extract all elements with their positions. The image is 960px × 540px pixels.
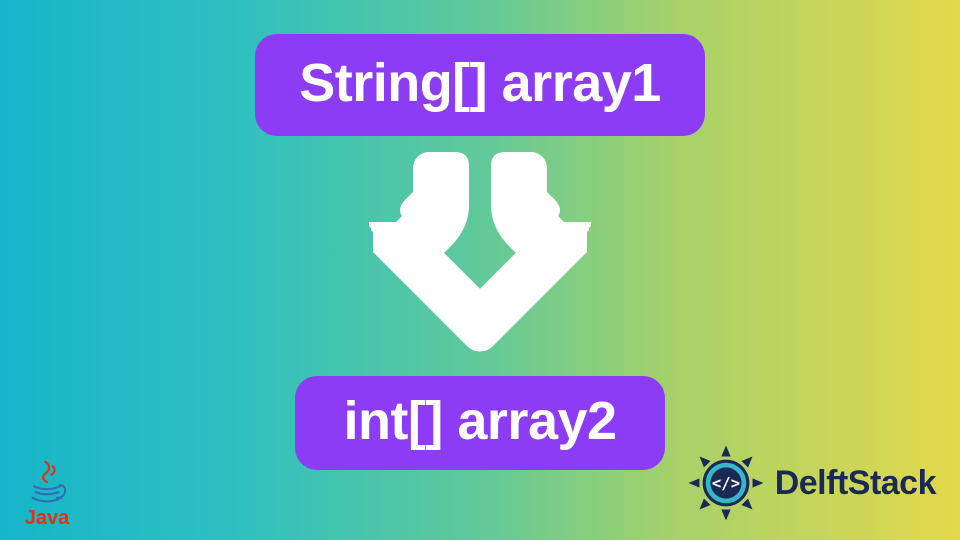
download-arrow-icon xyxy=(365,152,595,362)
string-array-box: String[] array1 xyxy=(255,34,705,136)
java-logo: Java xyxy=(24,459,70,530)
java-logo-label: Java xyxy=(25,507,70,530)
delftstack-logo-label: DelftStack xyxy=(775,464,936,503)
diagram-column: String[] array1 xyxy=(0,34,960,470)
int-array-label: int[] array2 xyxy=(343,391,616,451)
svg-text:</>: </> xyxy=(712,474,740,492)
int-array-box: int[] array2 xyxy=(295,376,664,470)
java-cup-icon xyxy=(24,459,70,505)
delftstack-logo: </> DelftStack xyxy=(687,444,936,522)
string-array-label: String[] array1 xyxy=(299,53,661,113)
delftstack-emblem-icon: </> xyxy=(687,444,765,522)
